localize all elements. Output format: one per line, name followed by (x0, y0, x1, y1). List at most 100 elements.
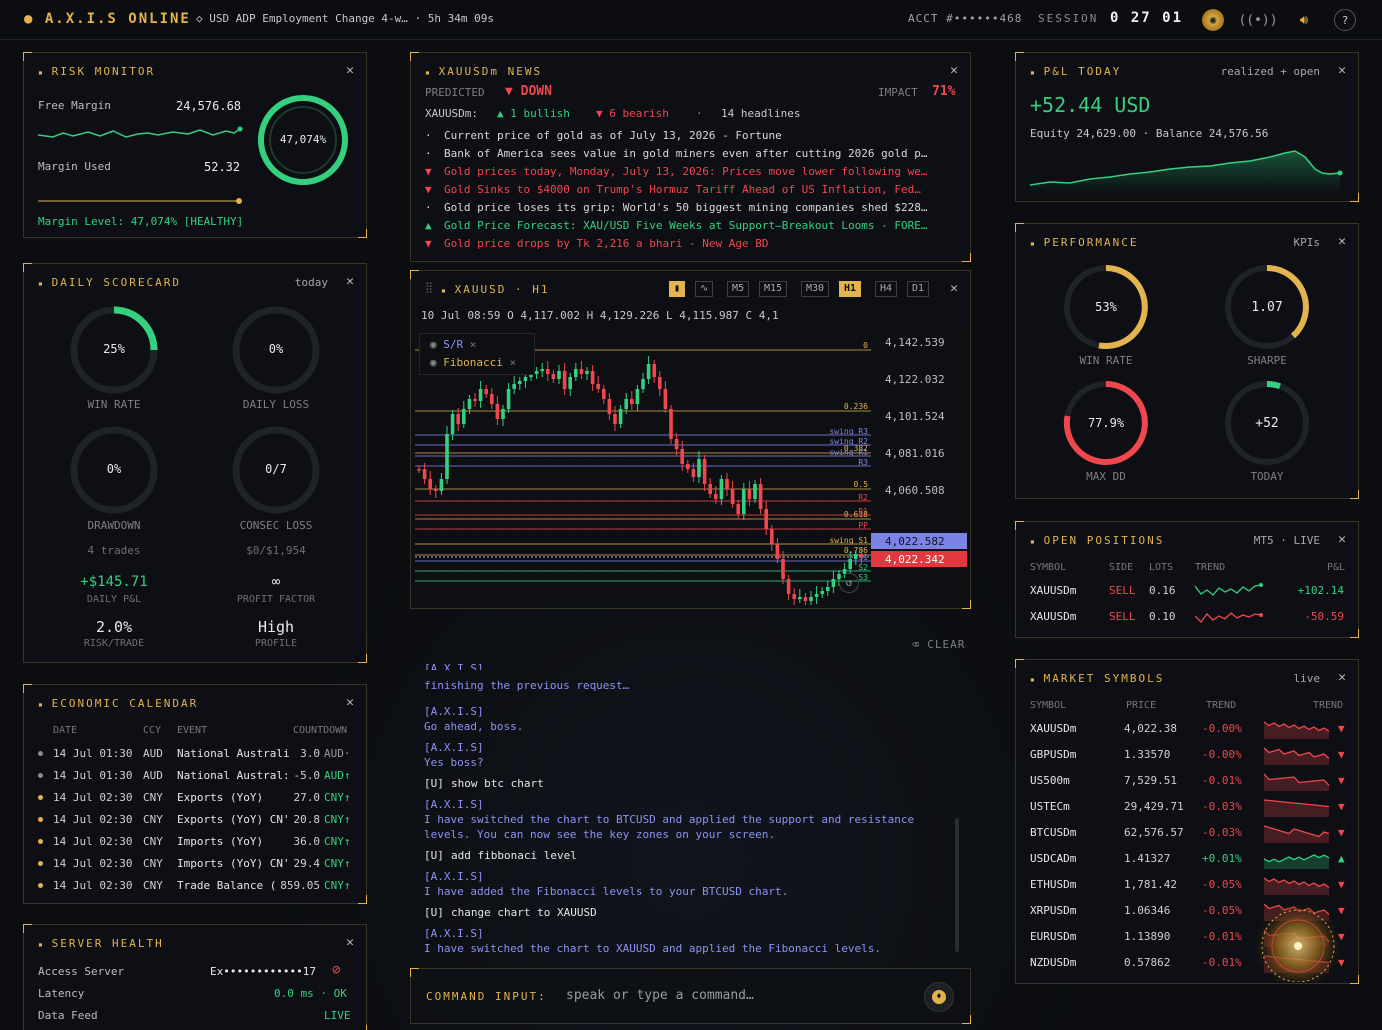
access-server-value: Ex••••••••••••17 (210, 965, 316, 978)
candle-body (792, 594, 796, 599)
remove-layer-icon[interactable]: × (470, 338, 477, 351)
market-symbol[interactable]: NZDUSDm (1030, 956, 1076, 969)
grid-dot (820, 408, 822, 410)
market-price: 0.57862 (1124, 956, 1171, 969)
candle-body (770, 529, 774, 544)
sr-label: R3 (858, 458, 868, 467)
grid-dot (640, 462, 642, 464)
position-pnl: +102.14 (1297, 584, 1344, 597)
remove-layer-icon[interactable]: × (509, 356, 516, 369)
grid-dot (568, 498, 570, 500)
market-symbol[interactable]: BTCUSDm (1030, 826, 1076, 839)
profile-label: PROFILE (254, 638, 298, 649)
candle-body (758, 484, 763, 509)
sun-icon[interactable]: ✺ (1202, 9, 1224, 31)
event-date: 14 Jul 01:30 (53, 769, 133, 782)
volume-icon[interactable]: 🔊︎ (1290, 9, 1318, 31)
grid-dot (496, 426, 498, 428)
grid-dot (766, 408, 768, 410)
position-lots: 0.16 (1149, 584, 1176, 597)
position-symbol[interactable]: XAUUSDm (1030, 584, 1076, 597)
news-headline[interactable]: Bank of America sees value in gold miner… (444, 147, 927, 160)
timeframe-h4[interactable]: H4 (875, 281, 898, 297)
grid-dot (766, 372, 768, 374)
next-event[interactable]: ◇ USD ADP Employment Change 4-w… · 5h 34… (196, 12, 494, 25)
position-symbol[interactable]: XAUUSDm (1030, 610, 1076, 623)
market-symbol[interactable]: GBPUSDm (1030, 748, 1076, 761)
close-icon[interactable]: ✕ (1338, 670, 1346, 685)
economic-calendar-panel: ECONOMIC CALENDAR ✕ DATE CCY EVENT COUNT… (23, 684, 367, 904)
close-icon[interactable]: ✕ (950, 63, 958, 78)
timeframe-d1[interactable]: D1 (907, 281, 930, 297)
broadcast-icon[interactable]: ((•)) (1238, 9, 1277, 31)
axis-orb-icon[interactable] (1242, 890, 1354, 982)
grid-dot (856, 336, 858, 338)
help-button[interactable]: ? (1334, 9, 1356, 31)
grid-dot (568, 588, 570, 590)
eye-icon[interactable]: ◉ (430, 356, 443, 369)
market-symbol[interactable]: EURUSDm (1030, 930, 1076, 943)
eye-icon[interactable]: ◉ (430, 338, 443, 351)
chat-axis-tag: [A.X.I.S] (424, 927, 484, 940)
news-headline[interactable]: Gold Sinks to $4000 on Trump's Hormuz Ta… (444, 183, 921, 196)
event-date: 14 Jul 02:30 (53, 857, 133, 870)
market-symbol[interactable]: USTECm (1030, 800, 1070, 813)
clear-chat-button[interactable]: ⌫ CLEAR (912, 638, 965, 651)
chart-tf: H1 (532, 283, 550, 296)
candle-body (512, 384, 516, 389)
close-icon[interactable]: ✕ (1338, 234, 1346, 249)
chat-axis-tag: [A.X.I.S] (424, 741, 484, 754)
timeframe-m5[interactable]: M5 (727, 281, 750, 297)
grid-dot (802, 480, 804, 482)
market-symbol[interactable]: ETHUSDm (1030, 878, 1076, 891)
ask-price: 4,022.342 (885, 553, 945, 566)
close-icon[interactable]: ✕ (1338, 532, 1346, 547)
close-icon[interactable]: ✕ (346, 274, 354, 289)
equity-balance: Equity 24,629.00 · Balance 24,576.56 (1030, 127, 1269, 140)
win-rate-value: 25% (103, 342, 125, 356)
candle-type-icon[interactable]: ▮ (669, 281, 686, 297)
timeframe-h1[interactable]: H1 (839, 281, 862, 297)
layer-sr[interactable]: ◉ S/R × (430, 338, 476, 351)
drag-handle-icon[interactable]: ⣿ (425, 281, 433, 294)
candle-body (585, 371, 589, 374)
timeframe-m15[interactable]: M15 (759, 281, 788, 297)
grid-dot (496, 534, 498, 536)
grid-dot (424, 408, 426, 410)
grid-dot (514, 534, 516, 536)
grid-dot (676, 552, 678, 554)
market-symbol[interactable]: US500m (1030, 774, 1070, 787)
line-type-icon[interactable]: ∿ (695, 281, 714, 297)
close-icon[interactable]: ✕ (346, 695, 354, 710)
close-icon[interactable]: ✕ (950, 281, 958, 296)
close-icon[interactable]: ✕ (346, 935, 354, 950)
market-symbol[interactable]: XAUUSDm (1030, 722, 1076, 735)
news-headline[interactable]: Current price of gold as of July 13, 202… (444, 129, 782, 142)
candle-body (574, 369, 578, 377)
news-headline[interactable]: Gold price loses its grip: World's 50 bi… (444, 201, 927, 214)
grid-dot (856, 390, 858, 392)
candle-body (725, 479, 729, 489)
candle-body (618, 409, 623, 424)
grid-dot (802, 336, 804, 338)
close-icon[interactable]: ✕ (346, 63, 354, 78)
grid-dot (460, 480, 462, 482)
market-symbol[interactable]: USDCADm (1030, 852, 1076, 865)
close-icon[interactable]: ✕ (1338, 63, 1346, 78)
news-headline[interactable]: Gold Price Forecast: XAU/USD Five Weeks … (444, 219, 927, 232)
market-arrow-icon: ▼ (1338, 774, 1345, 787)
chat-axis-tag: [A.X.I.S] (424, 705, 484, 718)
market-symbol[interactable]: XRPUSDm (1030, 904, 1076, 917)
grid-dot (424, 426, 426, 428)
reset-view-icon[interactable]: ↺ (839, 573, 859, 593)
grid-dot (514, 408, 516, 410)
chat-scrollbar[interactable] (955, 818, 959, 952)
command-input[interactable]: speak or type a command… (566, 988, 754, 1003)
timeframe-m30[interactable]: M30 (801, 281, 830, 297)
news-headline[interactable]: Gold price drops by Tk 2,216 a bhari - N… (444, 237, 769, 250)
mic-button[interactable]: ♦ (924, 982, 954, 1012)
col-symbol: SYMBOL (1030, 700, 1067, 711)
layer-fibonacci[interactable]: ◉ Fibonacci × (430, 356, 516, 369)
grid-dot (784, 336, 786, 338)
news-headline[interactable]: Gold prices today, Monday, July 13, 2026… (444, 165, 927, 178)
